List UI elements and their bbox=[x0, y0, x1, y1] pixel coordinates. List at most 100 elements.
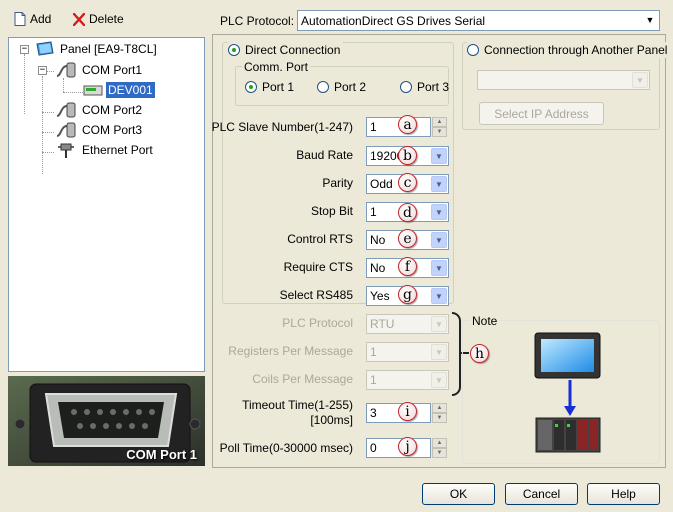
tree-label-com1: COM Port1 bbox=[82, 63, 143, 77]
chevron-down-icon: ▼ bbox=[642, 12, 658, 28]
serial-cable-icon bbox=[56, 122, 76, 137]
chevron-down-icon: ▼ bbox=[431, 316, 447, 332]
another-panel-label: Connection through Another Panel bbox=[484, 43, 668, 57]
callout-j-badge: j bbox=[398, 437, 417, 456]
serial-cable-icon bbox=[56, 102, 76, 117]
tree-label-dev001: DEV001 bbox=[106, 82, 155, 98]
select-ip-button[interactable]: Select IP Address bbox=[479, 102, 604, 125]
registers-value: 1 bbox=[370, 345, 377, 359]
chevron-down-icon: ▼ bbox=[431, 288, 447, 304]
timeout-spinner[interactable]: ▲ ▼ bbox=[432, 403, 447, 423]
another-panel-radio[interactable]: Connection through Another Panel bbox=[467, 42, 671, 58]
cancel-label: Cancel bbox=[522, 487, 561, 501]
direct-connection-label: Direct Connection bbox=[245, 43, 341, 57]
tree-label-com2: COM Port2 bbox=[82, 103, 143, 117]
radio-selected-icon bbox=[228, 44, 240, 56]
callout-b-badge: b bbox=[398, 146, 417, 165]
stop-bit-label: Stop Bit bbox=[310, 204, 353, 218]
ethernet-plug-icon bbox=[58, 143, 74, 158]
require-cts-label: Require CTS bbox=[283, 260, 353, 274]
comm-port-title: Comm. Port bbox=[242, 60, 311, 74]
tree-item-ethernet[interactable]: Ethernet Port bbox=[55, 141, 155, 159]
plc-protocol-value: RTU bbox=[370, 317, 395, 331]
plc-protocol-label: PLC Protocol bbox=[282, 316, 353, 330]
port1-radio[interactable]: Port 1 bbox=[245, 79, 294, 95]
select-rs485-value: Yes bbox=[370, 289, 390, 303]
timeout-label-line2: [100ms] bbox=[310, 413, 353, 427]
preview-caption: COM Port 1 bbox=[126, 447, 197, 462]
tree-item-dev001[interactable]: DEV001 bbox=[83, 81, 155, 99]
baud-rate-label: Baud Rate bbox=[296, 148, 353, 162]
note-title: Note bbox=[470, 314, 500, 328]
add-button[interactable]: Add bbox=[14, 10, 51, 28]
require-cts-value: No bbox=[370, 261, 386, 275]
port-preview-image: COM Port 1 bbox=[8, 376, 205, 466]
coils-label: Coils Per Message bbox=[252, 372, 353, 386]
port3-radio[interactable]: Port 3 bbox=[400, 79, 449, 95]
parity-value: Odd bbox=[370, 177, 393, 191]
callout-f-badge: f bbox=[398, 257, 417, 276]
tree-item-com3[interactable]: COM Port3 bbox=[55, 121, 144, 139]
chevron-down-icon: ▼ bbox=[431, 204, 447, 220]
direct-connection-radio[interactable]: Direct Connection bbox=[228, 42, 344, 58]
tree-item-com2[interactable]: COM Port2 bbox=[55, 101, 144, 119]
tree-label-com3: COM Port3 bbox=[82, 123, 143, 137]
slave-number-value: 1 bbox=[370, 120, 377, 134]
collapse-icon[interactable]: − bbox=[38, 66, 47, 75]
ok-button[interactable]: OK bbox=[422, 483, 495, 505]
radio-unselected-icon bbox=[400, 81, 412, 93]
port2-label: Port 2 bbox=[334, 80, 367, 94]
callout-e-badge: e bbox=[398, 229, 417, 248]
tree-label-panel: Panel [EA9-T8CL] bbox=[60, 42, 157, 56]
help-button[interactable]: Help bbox=[587, 483, 660, 505]
port2-radio[interactable]: Port 2 bbox=[317, 79, 366, 95]
radio-unselected-icon bbox=[467, 44, 479, 56]
new-document-icon bbox=[14, 12, 26, 26]
delete-label: Delete bbox=[89, 12, 124, 26]
protocol-select[interactable]: AutomationDirect GS Drives Serial ▼ bbox=[297, 10, 660, 31]
registers-label: Registers Per Message bbox=[228, 344, 353, 358]
control-rts-value: No bbox=[370, 233, 386, 247]
chevron-down-icon: ▼ bbox=[431, 176, 447, 192]
callout-d-badge: d bbox=[398, 203, 417, 222]
plc-device-icon bbox=[83, 85, 103, 96]
timeout-label-line1: Timeout Time(1-255) bbox=[242, 398, 353, 412]
chevron-down-icon: ▼ bbox=[431, 232, 447, 248]
tree-label-ethernet: Ethernet Port bbox=[82, 143, 153, 157]
parity-label: Parity bbox=[322, 176, 353, 190]
protocol-value: AutomationDirect GS Drives Serial bbox=[301, 13, 486, 28]
plc-protocol-select[interactable]: RTU ▼ bbox=[366, 314, 449, 334]
slave-number-label: PLC Slave Number(1-247) bbox=[211, 120, 353, 134]
callout-brace bbox=[452, 312, 461, 396]
slave-number-spinner[interactable]: ▲ ▼ bbox=[432, 117, 447, 137]
chevron-down-icon: ▼ bbox=[431, 344, 447, 360]
poll-time-value: 0 bbox=[370, 441, 377, 455]
serial-cable-icon bbox=[56, 62, 76, 77]
chevron-down-icon: ▼ bbox=[431, 148, 447, 164]
add-label: Add bbox=[30, 12, 52, 26]
collapse-icon[interactable]: − bbox=[20, 45, 29, 54]
cancel-button[interactable]: Cancel bbox=[505, 483, 578, 505]
protocol-label: PLC Protocol: bbox=[220, 14, 295, 28]
select-ip-label: Select IP Address bbox=[494, 106, 589, 121]
control-rts-label: Control RTS bbox=[287, 232, 353, 246]
timeout-value: 3 bbox=[370, 406, 377, 420]
help-label: Help bbox=[611, 487, 636, 501]
delete-button[interactable]: Delete bbox=[73, 10, 124, 28]
device-tree[interactable]: − Panel [EA9-T8CL] − COM Port1 DEV001 CO… bbox=[8, 37, 205, 372]
tree-item-panel[interactable]: Panel [EA9-T8CL] bbox=[35, 40, 159, 58]
tree-item-com1[interactable]: COM Port1 bbox=[55, 61, 144, 79]
select-rs485-label: Select RS485 bbox=[279, 288, 353, 302]
another-panel-select[interactable]: ▼ bbox=[477, 70, 650, 90]
chevron-down-icon: ▼ bbox=[431, 372, 447, 388]
coils-select[interactable]: 1 ▼ bbox=[366, 370, 449, 390]
poll-time-label: Poll Time(0-30000 msec) bbox=[219, 441, 353, 455]
poll-time-spinner[interactable]: ▲ ▼ bbox=[432, 438, 447, 458]
chevron-down-icon: ▼ bbox=[431, 260, 447, 276]
registers-select[interactable]: 1 ▼ bbox=[366, 342, 449, 362]
callout-i-badge: i bbox=[398, 402, 417, 421]
delete-x-icon bbox=[73, 12, 85, 26]
stop-bit-value: 1 bbox=[370, 205, 377, 219]
callout-a-badge: a bbox=[398, 115, 417, 134]
timeout-label: Timeout Time(1-255) [100ms] bbox=[193, 398, 353, 428]
